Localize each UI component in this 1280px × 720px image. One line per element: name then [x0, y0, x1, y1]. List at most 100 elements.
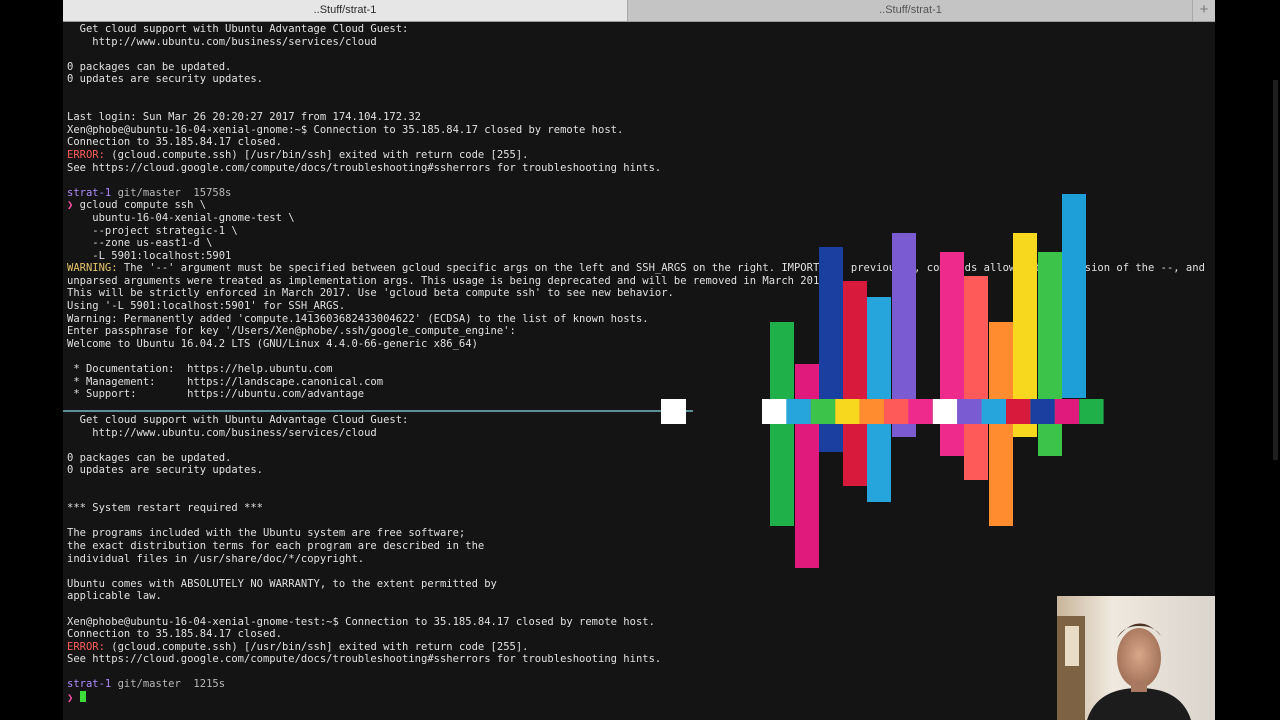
line-text: See https://cloud.google.com/compute/doc… [67, 653, 662, 666]
line-prefix: ERROR: [67, 148, 112, 161]
terminal-line: individual files in /usr/share/doc/*/cop… [67, 553, 1211, 566]
line-text: 0 updates are security updates. [67, 464, 263, 477]
terminal-line: http://www.ubuntu.com/business/services/… [67, 36, 1211, 49]
terminal-line: * Management: https://landscape.canonica… [67, 376, 1211, 389]
terminal-line: Xen@phobe@ubuntu-16-04-xenial-gnome:~$ C… [67, 124, 1211, 137]
line-text: Enter passphrase for key '/Users/Xen@pho… [67, 325, 516, 338]
terminal-line: 0 updates are security updates. [67, 464, 1211, 477]
terminal-line: Xen@phobe@ubuntu-16-04-xenial-gnome-test… [67, 616, 1211, 629]
terminal-line: Connection to 35.185.84.17 closed. [67, 136, 1211, 149]
webcam-feed [1057, 596, 1215, 720]
line-text: Get cloud support with Ubuntu Advantage … [67, 414, 409, 426]
terminal-line: --project strategic-1 \ [67, 225, 1211, 238]
line-text: * Documentation: https://help.ubuntu.com [67, 363, 333, 376]
terminal-pane-top[interactable]: Get cloud support with Ubuntu Advantage … [67, 23, 1211, 410]
terminal-line: Last login: Sun Mar 26 20:20:27 2017 fro… [67, 111, 1211, 124]
line-prefix: ERROR: [67, 640, 112, 653]
terminal-line: Get cloud support with Ubuntu Advantage … [67, 23, 1211, 36]
terminal-line: * Documentation: https://help.ubuntu.com [67, 363, 1211, 376]
terminal-line: See https://cloud.google.com/compute/doc… [67, 653, 1211, 666]
terminal-line: 0 packages can be updated. [67, 61, 1211, 74]
line-prefix: ❯ [67, 199, 80, 212]
terminal-line: ❯ [67, 691, 1211, 704]
terminal-cursor [79, 691, 86, 703]
terminal-line: See https://cloud.google.com/compute/doc… [67, 162, 1211, 175]
line-text: unparsed arguments were treated as imple… [67, 274, 832, 287]
line-text: * Support: https://ubuntu.com/advantage [67, 388, 365, 401]
line-text: git/master 1215s [117, 678, 226, 691]
terminal-line: --zone us-east1-d \ [67, 237, 1211, 250]
line-text: http://www.ubuntu.com/business/services/… [67, 426, 377, 439]
terminal-line: This will be strictly enforced in March … [67, 287, 1211, 300]
new-tab-button[interactable]: + [1192, 0, 1215, 21]
terminal-line: ERROR: (gcloud.compute.ssh) [/usr/bin/ss… [67, 641, 1211, 654]
line-text: 0 updates are security updates. [67, 73, 263, 86]
terminal-line: WARNING: The '--' argument must be speci… [67, 262, 1211, 275]
line-text: Last login: Sun Mar 26 20:20:27 2017 fro… [67, 111, 422, 124]
plus-icon: + [1199, 1, 1209, 18]
line-text: Ubuntu comes with ABSOLUTELY NO WARRANTY… [67, 577, 497, 590]
line-text: gcloud compute ssh \ [79, 199, 207, 212]
terminal-line: the exact distribution terms for each pr… [67, 540, 1211, 553]
terminal-line: ERROR: (gcloud.compute.ssh) [/usr/bin/ss… [67, 149, 1211, 162]
line-text: (gcloud.compute.ssh) [/usr/bin/ssh] exit… [111, 640, 529, 653]
line-text: git/master 15758s [117, 186, 232, 199]
line-prefix: strat-1 [67, 186, 118, 199]
line-text: Get cloud support with Ubuntu Advantage … [67, 23, 409, 35]
tab-strat-1-active[interactable]: ..Stuff/strat-1 [63, 0, 628, 21]
terminal-line: 0 updates are security updates. [67, 73, 1211, 86]
line-text: Connection to 35.185.84.17 closed. [67, 136, 282, 149]
line-text: *** System restart required *** [67, 502, 263, 515]
line-prefix: WARNING: [67, 262, 124, 275]
line-text: Warning: Permanently added 'compute.1413… [67, 312, 649, 325]
webcam-overlay [1057, 596, 1215, 720]
tab-strat-1[interactable]: ..Stuff/strat-1 [628, 0, 1193, 21]
pane-divider[interactable] [63, 410, 693, 412]
terminal-line: ubuntu-16-04-xenial-gnome-test \ [67, 212, 1211, 225]
terminal-line: Get cloud support with Ubuntu Advantage … [67, 414, 1211, 427]
line-text: individual files in /usr/share/doc/*/cop… [67, 552, 365, 565]
terminal-line: Using '-L 5901:localhost:5901' for SSH_A… [67, 300, 1211, 313]
line-text: * Management: https://landscape.canonica… [67, 375, 384, 388]
line-text: Connection to 35.185.84.17 closed. [67, 628, 282, 641]
line-text: See https://cloud.google.com/compute/doc… [67, 161, 662, 174]
line-text: Welcome to Ubuntu 16.04.2 LTS (GNU/Linux… [67, 337, 478, 350]
line-prefix: ❯ [67, 692, 80, 704]
terminal-line: The programs included with the Ubuntu sy… [67, 527, 1211, 540]
terminal-line: strat-1 git/master 15758s [67, 187, 1211, 200]
tab-bar: ..Stuff/strat-1 ..Stuff/strat-1 + [63, 0, 1215, 22]
line-text: Using '-L 5901:localhost:5901' for SSH_A… [67, 300, 346, 313]
line-text: Xen@phobe@ubuntu-16-04-xenial-gnome-test… [67, 615, 655, 628]
terminal-line: Enter passphrase for key '/Users/Xen@pho… [67, 325, 1211, 338]
line-text: 0 packages can be updated. [67, 451, 232, 464]
scrollbar[interactable] [1273, 80, 1278, 460]
line-text: (gcloud.compute.ssh) [/usr/bin/ssh] exit… [111, 148, 529, 161]
terminal-line: ❯ gcloud compute ssh \ [67, 199, 1211, 212]
terminal-line: 0 packages can be updated. [67, 452, 1211, 465]
line-text: Xen@phobe@ubuntu-16-04-xenial-gnome:~$ C… [67, 123, 624, 136]
terminal-line: applicable law. [67, 590, 1211, 603]
line-text: The programs included with the Ubuntu sy… [67, 527, 466, 540]
terminal-line: * Support: https://ubuntu.com/advantage [67, 388, 1211, 401]
line-text: The '--' argument must be specified betw… [123, 262, 1205, 275]
line-text: http://www.ubuntu.com/business/services/… [67, 35, 377, 48]
line-prefix: strat-1 [67, 678, 118, 691]
line-text: ubuntu-16-04-xenial-gnome-test \ [67, 211, 295, 224]
terminal-line: unparsed arguments were treated as imple… [67, 275, 1211, 288]
terminal-line: -L 5901:localhost:5901 [67, 250, 1211, 263]
terminal-line: http://www.ubuntu.com/business/services/… [67, 427, 1211, 440]
terminal-line: Warning: Permanently added 'compute.1413… [67, 313, 1211, 326]
terminal-pane-bottom[interactable]: Get cloud support with Ubuntu Advantage … [67, 414, 1211, 714]
line-text: --project strategic-1 \ [67, 224, 238, 237]
